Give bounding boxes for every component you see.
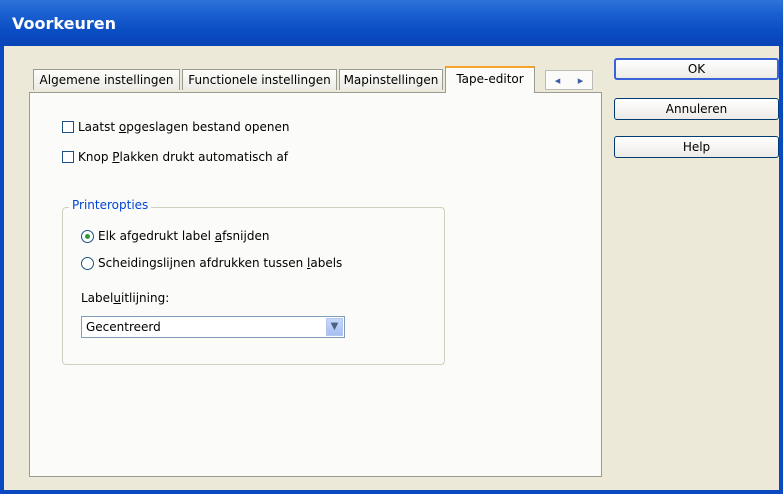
separator-lines-label: Scheidingslijnen afdrukken tussen labels (98, 256, 343, 270)
auto-print-checkbox-row[interactable]: Knop Plakken drukt automatisch af (62, 150, 288, 164)
tab-tape-editor[interactable]: Tape-editor (445, 66, 535, 93)
label-alignment-value: Gecentreerd (86, 320, 161, 334)
label-alignment-label: Labeluitlijning: (81, 291, 170, 305)
separator-lines-radio-row[interactable]: Scheidingslijnen afdrukken tussen labels (81, 256, 342, 270)
cut-each-label-radio[interactable] (81, 229, 94, 243)
preferences-window: Voorkeuren Algemene instellingen Functio… (0, 0, 783, 494)
tab-functional-settings[interactable]: Functionele instellingen (182, 69, 337, 90)
open-last-saved-label: Laatst opgeslagen bestand openen (78, 120, 290, 134)
tab-label: Functionele instellingen (188, 73, 331, 87)
tab-scroll-left-icon[interactable]: ◂ (555, 74, 561, 87)
tab-label: Algemene instellingen (39, 73, 174, 87)
printer-options-legend: Printeropties (69, 198, 152, 212)
separator-lines-radio[interactable] (81, 256, 94, 270)
tab-label: Tape-editor (456, 72, 524, 86)
ok-button[interactable]: OK (614, 58, 779, 80)
label-alignment-select[interactable]: Gecentreerd ▼ (81, 316, 345, 338)
chevron-down-icon[interactable]: ▼ (326, 318, 343, 336)
cut-each-label-label: Elk afgedrukt label afsnijden (98, 229, 270, 243)
tab-scroll-right-icon[interactable]: ▸ (578, 74, 584, 87)
window-title: Voorkeuren (12, 14, 116, 33)
open-last-saved-checkbox[interactable] (62, 121, 74, 133)
auto-print-label: Knop Plakken drukt automatisch af (78, 150, 289, 164)
help-button[interactable]: Help (614, 136, 779, 158)
open-last-saved-checkbox-row[interactable]: Laatst opgeslagen bestand openen (62, 120, 289, 134)
auto-print-checkbox[interactable] (62, 151, 74, 163)
tab-general-settings[interactable]: Algemene instellingen (33, 69, 180, 90)
title-bar[interactable]: Voorkeuren (0, 0, 783, 46)
tab-folder-settings[interactable]: Mapinstellingen (339, 69, 443, 90)
tab-scroll-buttons: ◂ ▸ (545, 70, 593, 90)
tab-label: Mapinstellingen (343, 73, 439, 87)
cancel-button[interactable]: Annuleren (614, 98, 779, 120)
cut-each-label-radio-row[interactable]: Elk afgedrukt label afsnijden (81, 229, 269, 243)
